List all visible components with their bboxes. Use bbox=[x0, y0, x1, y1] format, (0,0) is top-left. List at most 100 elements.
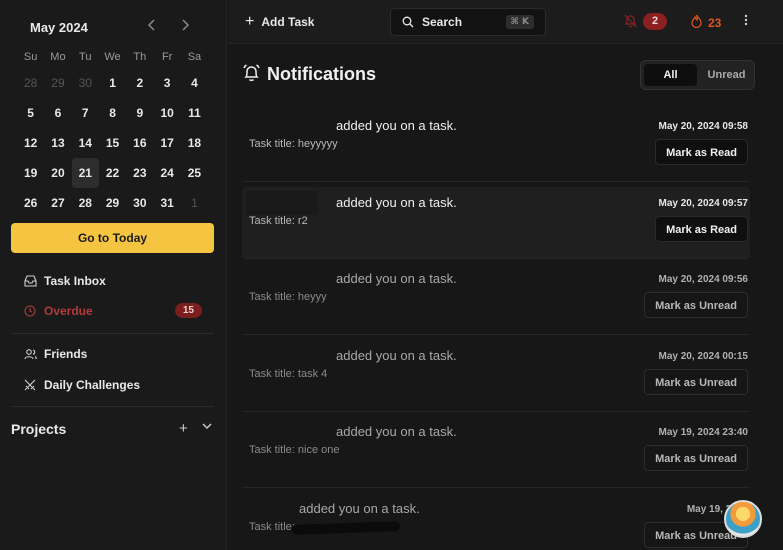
notification-task-title: Task title: heyyy bbox=[249, 291, 327, 303]
notification-timestamp: May 20, 2024 09:58 bbox=[658, 121, 748, 132]
weekday-label: Tu bbox=[79, 51, 92, 63]
mark-as-read-button[interactable]: Mark as Read bbox=[655, 215, 748, 242]
calendar-day[interactable]: 20 bbox=[44, 158, 71, 188]
calendar-day[interactable]: 26 bbox=[17, 188, 44, 218]
calendar-day[interactable]: 14 bbox=[72, 128, 99, 158]
weekday-label: Th bbox=[133, 51, 147, 63]
calendar-month-title: May 2024 bbox=[30, 20, 88, 35]
sidebar-item-daily-challenges[interactable]: Daily Challenges bbox=[11, 372, 214, 398]
calendar-day[interactable]: 19 bbox=[17, 158, 44, 188]
bell-icon[interactable] bbox=[624, 14, 637, 31]
filter-all-tab[interactable]: All bbox=[644, 64, 697, 86]
calendar-day[interactable]: 16 bbox=[126, 128, 153, 158]
calendar-day[interactable]: 9 bbox=[126, 98, 153, 128]
calendar-day[interactable]: 12 bbox=[17, 128, 44, 158]
calendar-day[interactable]: 10 bbox=[153, 98, 180, 128]
calendar-day[interactable]: 30 bbox=[126, 188, 153, 218]
sidebar-item-label: Task Inbox bbox=[44, 274, 106, 288]
calendar-week-row: 28 29 30 1 2 3 4 bbox=[17, 68, 212, 98]
notification-timestamp: May 19, 2024 23:40 bbox=[658, 427, 748, 438]
weekday-label: Fr bbox=[161, 51, 173, 63]
notification-task-title: Task title: task 4 bbox=[249, 367, 328, 380]
mark-as-unread-button[interactable]: Mark as Unread bbox=[644, 292, 748, 318]
calendar-day[interactable]: 5 bbox=[17, 98, 44, 128]
calendar-week-row: 26 27 28 29 30 31 1 bbox=[17, 188, 212, 218]
mark-as-read-button[interactable]: Mark as Read bbox=[655, 139, 748, 165]
redacted-task-title bbox=[291, 520, 401, 535]
notification-task-title: Task title: r2 bbox=[249, 214, 308, 227]
notification-item: added you on a task. Task title: May 19, 2… bbox=[242, 493, 750, 550]
calendar-day[interactable]: 31 bbox=[153, 188, 180, 218]
calendar-day[interactable]: 28 bbox=[72, 188, 99, 218]
mark-as-unread-button[interactable]: Mark as Unread bbox=[644, 445, 748, 471]
sidebar-item-overdue[interactable]: Overdue 15 bbox=[11, 298, 214, 324]
search-button[interactable]: Search ⌘ K bbox=[390, 8, 546, 36]
calendar-day[interactable]: 11 bbox=[181, 98, 208, 128]
notification-count-badge: 2 bbox=[643, 13, 667, 30]
notification-timestamp: May 20, 2024 00:15 bbox=[658, 350, 748, 362]
calendar-day[interactable]: 3 bbox=[153, 68, 180, 98]
flame-icon[interactable] bbox=[690, 14, 703, 31]
sidebar-item-task-inbox[interactable]: Task Inbox bbox=[11, 268, 214, 294]
notifications-header: Notifications bbox=[242, 64, 376, 85]
chevron-down-icon[interactable] bbox=[202, 422, 212, 433]
calendar-day[interactable]: 6 bbox=[44, 98, 71, 128]
redacted-sender bbox=[246, 190, 318, 215]
calendar-day[interactable]: 29 bbox=[44, 68, 71, 98]
add-project-icon[interactable]: + bbox=[179, 420, 188, 437]
notification-item: added you on a task. Task title: task 4 Ma… bbox=[242, 340, 750, 412]
inbox-icon bbox=[23, 274, 37, 288]
overdue-count-badge: 15 bbox=[174, 303, 202, 318]
sidebar: May 2024 Su Mo Tu We Th Fr Sa 28 29 30 1 2 3 4 5 6 7 8 9 1… bbox=[0, 0, 227, 550]
avatar[interactable] bbox=[724, 500, 762, 538]
calendar-day[interactable]: 13 bbox=[44, 128, 71, 158]
calendar-day[interactable]: 28 bbox=[17, 68, 44, 98]
notification-timestamp: May 20, 2024 09:57 bbox=[658, 197, 748, 209]
calendar-header: May 2024 bbox=[0, 0, 227, 46]
calendar-week-row: 5 6 7 8 9 10 11 bbox=[17, 98, 212, 128]
calendar-week-row: 19 20 21 22 23 24 25 bbox=[17, 158, 212, 188]
calendar-day[interactable]: 1 bbox=[181, 188, 208, 218]
search-icon bbox=[402, 16, 414, 28]
notification-message: added you on a task. bbox=[336, 194, 457, 210]
calendar-day[interactable]: 25 bbox=[181, 158, 208, 188]
calendar-day[interactable]: 18 bbox=[181, 128, 208, 158]
add-task-label: Add Task bbox=[261, 15, 315, 29]
calendar-day[interactable]: 15 bbox=[99, 128, 126, 158]
calendar-day[interactable]: 27 bbox=[44, 188, 71, 218]
notification-message: added you on a task. bbox=[336, 424, 457, 439]
calendar-day[interactable]: 7 bbox=[72, 98, 99, 128]
calendar-day[interactable]: 30 bbox=[72, 68, 99, 98]
calendar-day[interactable]: 29 bbox=[99, 188, 126, 218]
calendar-day[interactable]: 1 bbox=[99, 68, 126, 98]
chevron-right-icon[interactable] bbox=[174, 16, 196, 36]
calendar-day-today[interactable]: 21 bbox=[71, 158, 99, 188]
weekday-label: Sa bbox=[187, 51, 202, 63]
mark-as-unread-button[interactable]: Mark as Unread bbox=[644, 368, 748, 395]
top-bar: + Add Task Search ⌘ K 2 23 bbox=[228, 0, 783, 44]
calendar-day[interactable]: 4 bbox=[181, 68, 208, 98]
calendar-day[interactable]: 17 bbox=[153, 128, 180, 158]
calendar-weeks: 28 29 30 1 2 3 4 5 6 7 8 9 10 11 12 13 14 15 16 17 18 19 20 21 2… bbox=[17, 68, 212, 218]
go-to-today-button[interactable]: Go to Today bbox=[11, 223, 214, 253]
weekday-label: We bbox=[104, 51, 121, 63]
weekday-header-row: Su Mo Tu We Th Fr Sa bbox=[17, 46, 212, 68]
notification-filter-toggle: All Unread bbox=[640, 60, 755, 90]
sidebar-item-label: Overdue bbox=[44, 304, 93, 318]
sidebar-item-friends[interactable]: Friends bbox=[11, 341, 214, 367]
notification-timestamp: May 20, 2024 09:56 bbox=[658, 274, 748, 285]
projects-label: Projects bbox=[11, 421, 67, 437]
filter-unread-tab[interactable]: Unread bbox=[700, 64, 753, 86]
calendar-day[interactable]: 22 bbox=[99, 158, 126, 188]
notification-message: added you on a task. bbox=[336, 271, 457, 286]
calendar-day[interactable]: 23 bbox=[126, 158, 153, 188]
search-shortcut-hint: ⌘ K bbox=[505, 15, 534, 29]
add-task-button[interactable]: + Add Task bbox=[245, 13, 314, 31]
calendar-day[interactable]: 2 bbox=[126, 68, 153, 98]
calendar-day[interactable]: 24 bbox=[153, 158, 180, 188]
calendar-day[interactable]: 8 bbox=[99, 98, 126, 128]
chevron-left-icon[interactable] bbox=[141, 16, 163, 36]
notification-task-title: Task title: heyyyyy bbox=[249, 138, 338, 150]
more-vertical-icon[interactable] bbox=[744, 13, 748, 29]
users-icon bbox=[23, 347, 37, 361]
